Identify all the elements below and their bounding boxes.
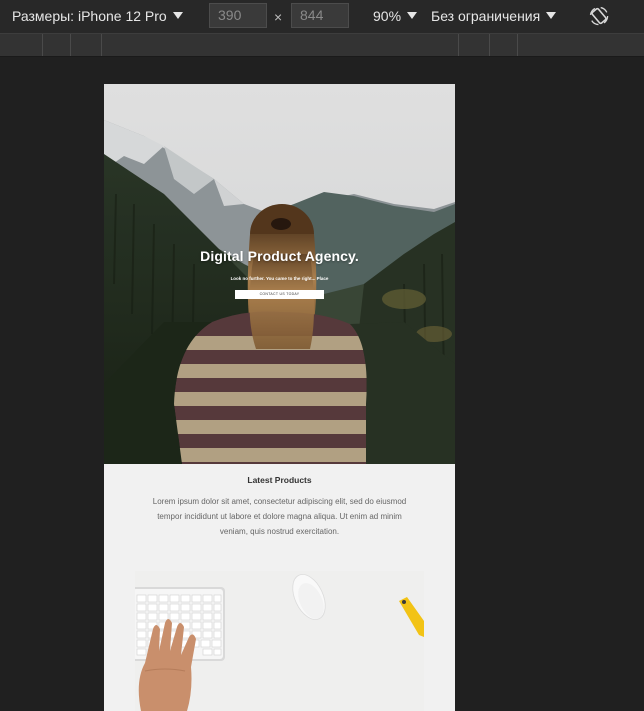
breakpoint-divider	[101, 34, 102, 56]
hero-section: Digital Product Agency. Look no further.…	[104, 84, 455, 464]
product-image	[135, 571, 424, 711]
chevron-down-icon	[546, 12, 557, 19]
zoom-label: 90%	[373, 8, 402, 24]
device-viewport: Digital Product Agency. Look no further.…	[104, 84, 455, 711]
device-dimensions-label: Размеры: iPhone 12 Pro	[12, 8, 167, 24]
throttle-label: Без ограничения	[431, 8, 541, 24]
hero-title: Digital Product Agency.	[200, 248, 359, 264]
chevron-down-icon	[172, 12, 183, 19]
breakpoint-divider	[489, 34, 490, 56]
zoom-dropdown[interactable]: 90%	[373, 8, 418, 24]
throttle-dropdown[interactable]: Без ограничения	[431, 8, 557, 24]
media-query-bar	[0, 33, 644, 57]
hero-background-image	[104, 84, 455, 464]
breakpoint-divider	[70, 34, 71, 56]
breakpoint-divider	[458, 34, 459, 56]
width-input[interactable]: 390	[209, 3, 267, 28]
times-symbol: ×	[274, 9, 283, 25]
device-dimensions-dropdown[interactable]: Размеры: iPhone 12 Pro	[12, 8, 183, 24]
section-description: Lorem ipsum dolor sit amet, consectetur …	[152, 497, 407, 536]
breakpoint-divider	[517, 34, 518, 56]
section-title: Latest Products	[247, 475, 312, 485]
contact-button[interactable]: CONTACT US TODAY	[235, 290, 324, 299]
chevron-down-icon	[407, 12, 418, 19]
height-input[interactable]: 844	[291, 3, 349, 28]
breakpoint-divider	[42, 34, 43, 56]
device-toolbar: Размеры: iPhone 12 Pro 390 × 844 90% Без…	[0, 0, 644, 33]
rotate-icon[interactable]	[589, 6, 609, 26]
hero-subtitle: Look no further. You came to the right..…	[230, 276, 329, 281]
